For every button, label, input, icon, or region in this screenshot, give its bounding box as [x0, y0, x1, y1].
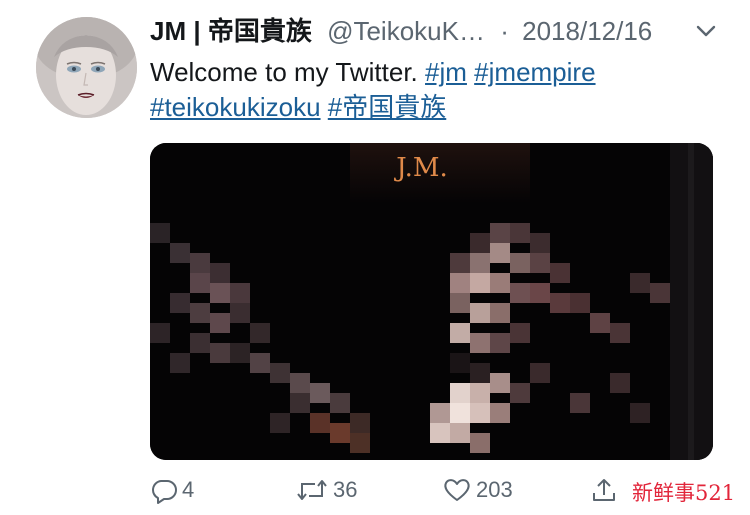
avatar[interactable] — [36, 17, 137, 118]
hashtag-teikokukizoku[interactable]: #teikokukizoku — [150, 92, 321, 122]
neon-sign-text: J.M. — [393, 153, 448, 183]
hashtag-jmempire[interactable]: #jmempire — [474, 57, 595, 87]
heart-icon — [442, 476, 472, 504]
like-button[interactable]: 203 — [442, 472, 513, 508]
reply-button[interactable]: 4 — [150, 472, 194, 508]
user-handle[interactable]: @TeikokuK… — [327, 16, 485, 46]
tweet-text: Welcome to my Twitter. #jm #jmempire #te… — [150, 55, 730, 125]
retweet-icon — [295, 476, 329, 504]
tweet-media[interactable]: J.M. — [150, 143, 713, 460]
share-button[interactable] — [590, 472, 618, 508]
separator: · — [500, 16, 509, 46]
watermark: 新鲜事521 — [632, 481, 736, 505]
tweet-header: JM | 帝国貴族 @TeikokuK… · 2018/12/16 — [150, 13, 652, 49]
hashtag-jm[interactable]: #jm — [425, 57, 467, 87]
chevron-down-icon[interactable] — [693, 18, 719, 44]
reply-count: 4 — [182, 477, 195, 502]
retweet-count: 36 — [333, 477, 358, 502]
tweet-date[interactable]: 2018/12/16 — [522, 16, 652, 46]
reply-icon — [150, 476, 178, 504]
hashtag-teikoku-kizoku[interactable]: #帝国貴族 — [328, 92, 446, 122]
retweet-button[interactable]: 36 — [295, 472, 357, 508]
display-name[interactable]: JM | 帝国貴族 — [150, 16, 312, 46]
tweet-text-body: Welcome to my Twitter. — [150, 57, 418, 87]
like-count: 203 — [476, 477, 513, 502]
share-icon — [590, 476, 618, 504]
